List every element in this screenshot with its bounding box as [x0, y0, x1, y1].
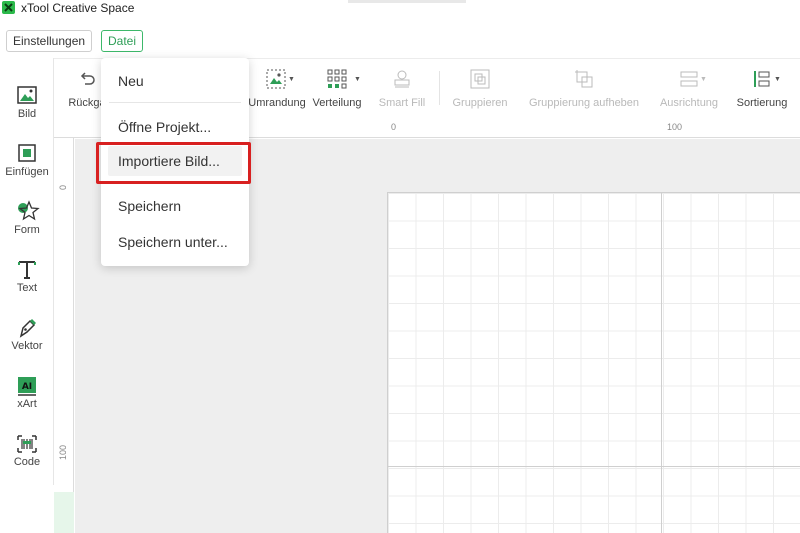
- app-logo-icon: [2, 1, 15, 14]
- ruler-label: 100: [667, 122, 683, 132]
- sidebar-item-xart[interactable]: AI xArt: [0, 360, 54, 418]
- sidebar-item-form[interactable]: Form: [0, 186, 54, 244]
- border-label: Umrandung: [248, 97, 306, 109]
- settings-menu-button[interactable]: Einstellungen: [6, 30, 93, 52]
- sidebar-item-label: Code: [13, 456, 41, 468]
- menu-item-open-project[interactable]: Öffne Projekt...: [101, 112, 249, 142]
- ungroup-label: Gruppierung aufheben: [528, 97, 640, 109]
- menu-item-save-as[interactable]: Speichern unter...: [101, 227, 249, 257]
- pen-icon: [14, 316, 40, 340]
- sidebar-item-bild[interactable]: Bild: [0, 70, 54, 128]
- border-button[interactable]: ▼ Umrandung: [248, 59, 314, 119]
- menu-item-new[interactable]: Neu: [101, 66, 249, 96]
- app-title: xTool Creative Space: [21, 1, 135, 15]
- sort-label: Sortierung: [736, 97, 788, 109]
- align-button[interactable]: ▼ Ausrichtung: [654, 59, 724, 119]
- ai-icon: AI: [14, 374, 40, 398]
- title-bar-drag-region: [348, 0, 466, 3]
- canvas-grid[interactable]: [387, 192, 800, 533]
- grid-major-line: [661, 192, 662, 533]
- sidebar-item-code[interactable]: Code: [0, 418, 54, 476]
- ruler-marker: [54, 492, 74, 533]
- barcode-icon: [14, 432, 40, 456]
- menu-bar: Einstellungen Datei: [0, 22, 800, 58]
- align-dropdown-icon: ▼: [700, 76, 707, 83]
- sidebar-item-label: Einfügen: [5, 166, 49, 178]
- group-icon: [470, 69, 490, 92]
- sidebar-item-label: Vektor: [11, 340, 43, 352]
- ungroup-button[interactable]: Gruppierung aufheben: [522, 59, 646, 119]
- sidebar-item-vektor[interactable]: Vektor: [0, 302, 54, 360]
- left-sidebar: Bild Einfügen Form Text Vektor AI xArt C…: [0, 58, 54, 485]
- align-label: Ausrichtung: [659, 97, 719, 109]
- sort-dropdown-icon: ▼: [774, 76, 781, 83]
- sidebar-item-label: Bild: [17, 108, 37, 120]
- menu-item-save[interactable]: Speichern: [101, 191, 249, 221]
- group-label: Gruppieren: [452, 97, 508, 109]
- insert-icon: [14, 142, 40, 166]
- file-menu-button[interactable]: Datei: [101, 30, 144, 52]
- ruler-label: 100: [58, 444, 68, 460]
- border-image-icon: [266, 69, 286, 92]
- ungroup-icon: [574, 69, 594, 92]
- shape-icon: [14, 200, 40, 224]
- toolbar-divider: [439, 71, 440, 105]
- sort-layers-icon: [752, 69, 772, 92]
- align-icon: [679, 69, 699, 92]
- smart-fill-label: Smart Fill: [378, 97, 426, 109]
- sidebar-item-einfuegen[interactable]: Einfügen: [0, 128, 54, 186]
- sidebar-item-label: Form: [14, 224, 40, 236]
- distribution-button[interactable]: ▼ Verteilung: [308, 59, 366, 119]
- left-ruler: 0 100: [54, 138, 74, 533]
- distribution-dropdown-icon: ▼: [354, 76, 361, 83]
- smart-fill-button[interactable]: Smart Fill: [376, 59, 428, 119]
- grid-major-line: [387, 466, 800, 467]
- text-icon: [14, 258, 40, 282]
- svg-text:AI: AI: [22, 382, 32, 392]
- highlight-annotation-box: [96, 142, 251, 184]
- group-button[interactable]: Gruppieren: [450, 59, 510, 119]
- sort-button[interactable]: ▼ Sortierung: [730, 59, 794, 119]
- sidebar-item-label: Text: [16, 282, 38, 294]
- menu-divider: [109, 102, 241, 103]
- ruler-label: 0: [391, 122, 397, 132]
- sidebar-item-label: xArt: [17, 398, 37, 410]
- sidebar-item-text[interactable]: Text: [0, 244, 54, 302]
- ruler-label: 0: [58, 184, 68, 190]
- title-bar: xTool Creative Space: [0, 0, 800, 22]
- distribution-label: Verteilung: [312, 97, 362, 109]
- image-icon: [14, 84, 40, 108]
- undo-icon: [78, 69, 96, 90]
- stamp-icon: [392, 69, 412, 92]
- distribution-grid-icon: [327, 69, 347, 92]
- border-dropdown-icon: ▼: [288, 76, 295, 83]
